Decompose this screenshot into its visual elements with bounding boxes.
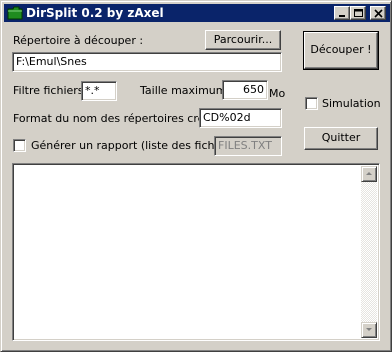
browse-button-label: Parcourir... [213,33,273,46]
maximize-icon [354,9,363,17]
scroll-down-button[interactable] [361,322,377,338]
scroll-up-button[interactable] [361,166,377,182]
dirname-format-input[interactable]: CD%02d [199,108,282,128]
maximize-button[interactable] [350,6,366,20]
source-dir-input[interactable]: F:\Emul\Snes [12,52,282,72]
minimize-icon [339,15,345,17]
simulation-checkbox[interactable] [305,97,318,110]
quit-button-label: Quitter [321,131,361,144]
log-vertical-scrollbar[interactable] [361,166,377,338]
close-icon [374,9,383,18]
close-button[interactable] [370,6,386,20]
quit-button[interactable]: Quitter [304,127,378,150]
folder-icon [7,6,23,20]
main-window: DirSplit 0.2 by zAxel Répertoire à décou… [0,0,392,352]
window-title: DirSplit 0.2 by zAxel [26,6,164,20]
split-button-label: Découper ! [310,43,372,56]
split-button[interactable]: Découper ! [303,31,379,70]
source-dir-label: Répertoire à découper : [13,34,144,47]
title-bar[interactable]: DirSplit 0.2 by zAxel [4,4,390,22]
max-size-input[interactable]: 650 [222,80,268,100]
down-arrow-icon [366,328,372,331]
max-size-label: Taille maximum : [140,84,234,97]
file-filter-input[interactable]: *.* [81,81,117,101]
minimize-button[interactable] [334,6,350,20]
report-filename-input: FILES.TXT [214,136,282,156]
max-size-unit: Mo [269,87,286,100]
up-arrow-icon [366,172,372,175]
browse-button[interactable]: Parcourir... [205,30,281,50]
log-textarea[interactable] [12,163,380,341]
dirname-format-label: Format du nom des répertoires créés : [13,112,225,125]
report-checkbox[interactable] [13,139,26,152]
file-filter-label: Filtre fichiers : [13,84,91,97]
simulation-label[interactable]: Simulation [322,97,381,110]
report-checkbox-label[interactable]: Générer un rapport (liste des fichiers) [31,139,239,152]
